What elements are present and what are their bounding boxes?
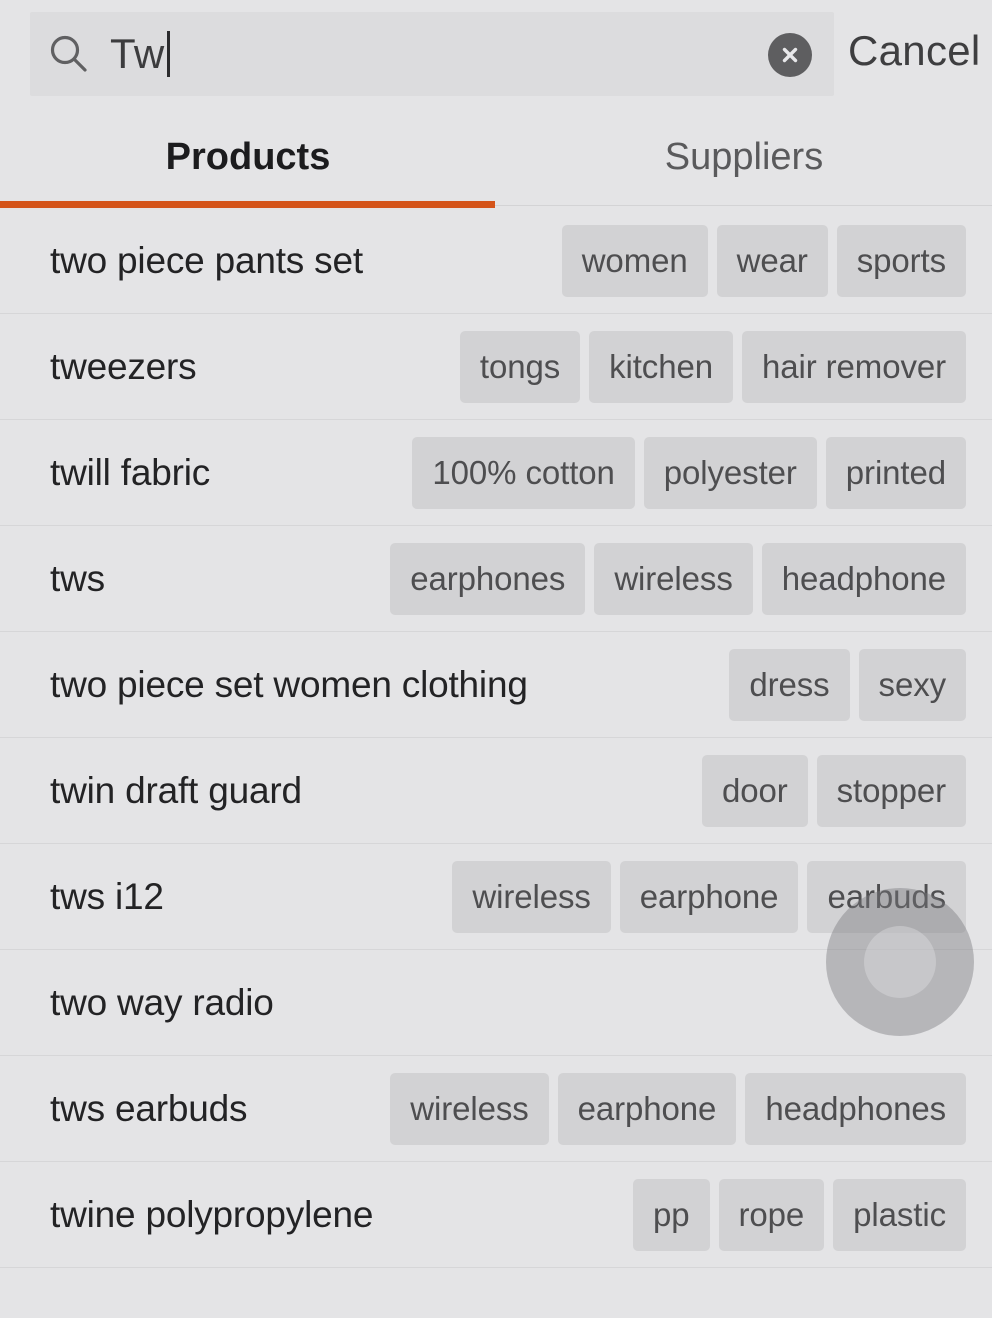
suggestion-term: tws earbuds — [50, 1087, 248, 1129]
suggestion-row[interactable]: tws earphones wireless headphone — [0, 526, 992, 632]
suggestion-term: two piece set women clothing — [50, 663, 528, 705]
suggestion-row[interactable]: two piece pants set women wear sports — [0, 208, 992, 314]
search-icon — [48, 33, 90, 75]
suggestion-row[interactable]: twill fabric 100% cotton polyester printed — [0, 420, 992, 526]
suggestion-term: tws i12 — [50, 875, 164, 917]
suggestion-list[interactable]: two piece pants set women wear sports tweeze… — [0, 208, 992, 1318]
suggestion-tag[interactable]: hair remover — [741, 330, 966, 403]
suggestion-tag[interactable]: headphone — [761, 542, 966, 615]
search-input[interactable]: Tw — [30, 12, 834, 96]
suggestion-row[interactable] — [0, 1268, 992, 1318]
suggestion-row[interactable]: twin draft guard door stopper — [0, 738, 992, 844]
tab-suppliers[interactable]: Suppliers — [496, 108, 992, 206]
suggestion-tag[interactable]: dress — [729, 648, 850, 721]
search-bar: Tw Cancel — [0, 0, 992, 108]
suggestion-tag[interactable]: wear — [716, 224, 828, 297]
suggestion-tag[interactable]: sports — [836, 224, 966, 297]
search-value-wrap: Tw — [110, 12, 170, 96]
suggestion-tag[interactable]: earbuds — [807, 860, 966, 933]
suggestion-tag-group: dress sexy — [729, 648, 966, 721]
suggestion-tag[interactable]: earphone — [619, 860, 799, 933]
suggestion-tag-group: 100% cotton polyester printed — [412, 436, 966, 509]
suggestion-tag[interactable]: women — [561, 224, 708, 297]
suggestion-tag-group: door stopper — [701, 754, 966, 827]
suggestion-term: tweezers — [50, 345, 197, 387]
close-circle-icon — [777, 42, 803, 68]
suggestion-tag[interactable]: pp — [632, 1178, 710, 1251]
suggestion-tag[interactable]: door — [701, 754, 808, 827]
suggestion-term: twine polypropylene — [50, 1193, 374, 1235]
suggestion-tag[interactable]: headphones — [745, 1072, 966, 1145]
suggestion-tag[interactable]: earphones — [390, 542, 586, 615]
suggestion-tag[interactable]: sexy — [858, 648, 966, 721]
suggestion-tag[interactable]: tongs — [459, 330, 581, 403]
suggestion-tag[interactable]: earphone — [557, 1072, 737, 1145]
tab-bar: Products Suppliers — [0, 108, 992, 206]
suggestion-tag-group: wireless earphone headphones — [390, 1072, 966, 1145]
suggestion-term: two piece pants set — [50, 239, 363, 281]
suggestion-row[interactable]: twine polypropylene pp rope plastic — [0, 1162, 992, 1268]
text-caret — [166, 31, 170, 77]
suggestion-row[interactable]: tws earbuds wireless earphone headphones — [0, 1056, 992, 1162]
suggestion-tag-group: pp rope plastic — [632, 1178, 966, 1251]
suggestion-tag[interactable]: plastic — [833, 1178, 966, 1251]
suggestion-row[interactable]: tweezers tongs kitchen hair remover — [0, 314, 992, 420]
suggestion-term: tws — [50, 557, 105, 599]
suggestion-tag-group: tongs kitchen hair remover — [459, 330, 966, 403]
suggestion-tag-group: wireless earphone earbuds — [452, 860, 966, 933]
suggestion-row[interactable]: tws i12 wireless earphone earbuds — [0, 844, 992, 950]
clear-search-button[interactable] — [768, 33, 812, 77]
suggestion-term: two way radio — [50, 981, 274, 1023]
suggestion-tag[interactable]: 100% cotton — [412, 436, 635, 509]
suggestion-tag-group: women wear sports — [561, 224, 966, 297]
suggestion-tag[interactable]: wireless — [390, 1072, 549, 1145]
suggestion-tag[interactable]: wireless — [452, 860, 611, 933]
suggestion-tag[interactable]: printed — [825, 436, 966, 509]
suggestion-tag-group: earphones wireless headphone — [390, 542, 966, 615]
suggestion-row[interactable]: two way radio — [0, 950, 992, 1056]
suggestion-tag[interactable]: wireless — [594, 542, 753, 615]
cancel-button[interactable]: Cancel — [848, 26, 981, 76]
active-tab-indicator — [0, 201, 495, 208]
tab-products[interactable]: Products — [0, 108, 496, 206]
suggestion-tag[interactable]: stopper — [816, 754, 966, 827]
search-suggestions-screen: Tw Cancel Products Suppliers two piece p… — [0, 0, 992, 1318]
suggestion-term: twill fabric — [50, 451, 211, 493]
suggestion-row[interactable]: two piece set women clothing dress sexy — [0, 632, 992, 738]
suggestion-tag[interactable]: rope — [718, 1178, 825, 1251]
suggestion-tag[interactable]: polyester — [643, 436, 817, 509]
search-query-text: Tw — [110, 30, 165, 77]
suggestion-term: twin draft guard — [50, 769, 302, 811]
suggestion-tag[interactable]: kitchen — [589, 330, 733, 403]
